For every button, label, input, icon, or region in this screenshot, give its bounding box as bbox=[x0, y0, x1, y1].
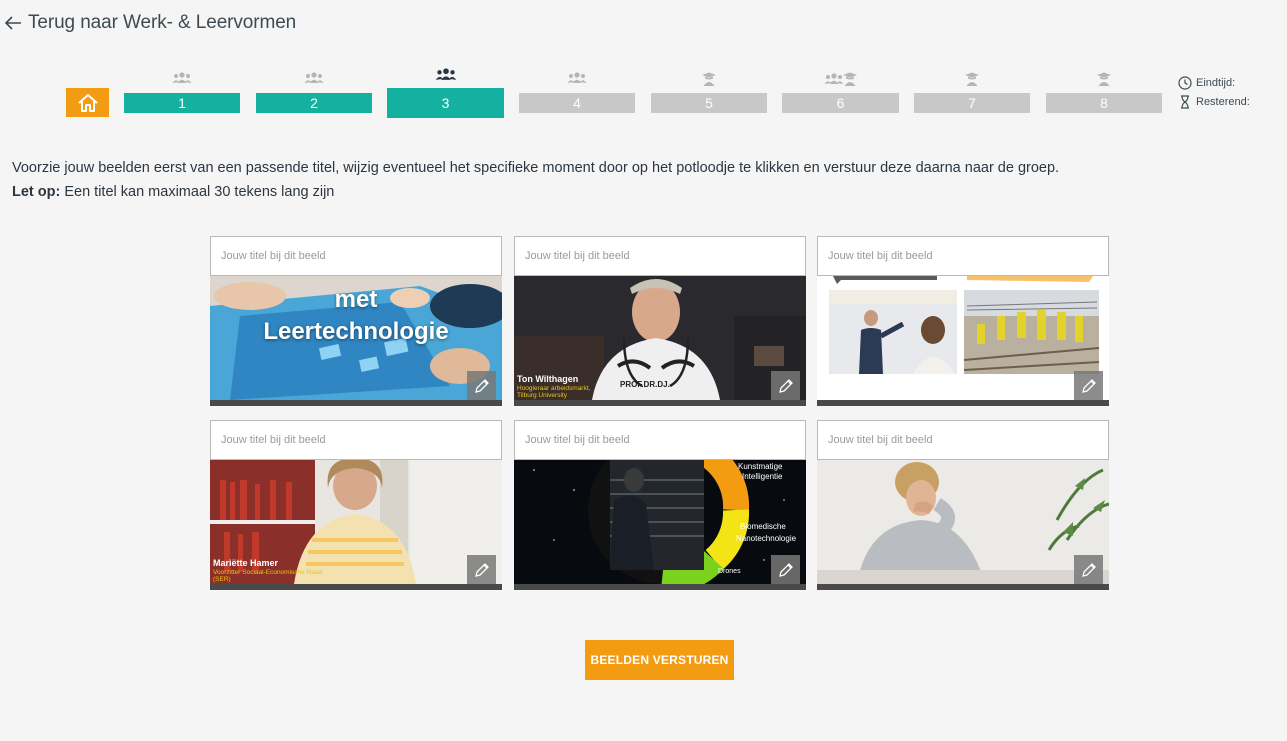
edit-button[interactable] bbox=[1074, 371, 1103, 400]
instruction-text: Voorzie jouw beelden eerst van een passe… bbox=[12, 160, 1060, 176]
image-card: met Leertechnologie bbox=[210, 236, 502, 406]
image-card bbox=[817, 236, 1109, 406]
step-2-bar: 2 bbox=[256, 93, 372, 113]
step-progress: 1 2 3 4 5 6 7 8 bbox=[66, 66, 1166, 122]
note-label: Let op: bbox=[12, 184, 61, 200]
timer-panel: Eindtijd: Resterend: bbox=[1178, 73, 1250, 111]
image-card bbox=[817, 420, 1109, 590]
image-title-input[interactable] bbox=[514, 236, 806, 276]
diagram-label: Kunstmatige bbox=[738, 462, 783, 471]
graduate-icon bbox=[701, 72, 717, 86]
edit-button[interactable] bbox=[771, 371, 800, 400]
clock-icon bbox=[1178, 75, 1192, 90]
instructions: Voorzie jouw beelden eerst van een passe… bbox=[12, 156, 1059, 204]
image-title-input[interactable] bbox=[210, 236, 502, 276]
image-title-input[interactable] bbox=[210, 420, 502, 460]
diagram-label: Nanotechnologie bbox=[736, 534, 797, 543]
graduate-icon bbox=[964, 72, 980, 86]
pencil-icon bbox=[1081, 562, 1096, 577]
group-icon bbox=[304, 72, 324, 86]
graduate-icon bbox=[1096, 72, 1112, 86]
diagram-label: Biomedische bbox=[740, 522, 786, 531]
pencil-icon bbox=[474, 378, 489, 393]
image-card: Kunstmatige Intelligentie Biomedische Na… bbox=[514, 420, 806, 590]
group-icon bbox=[172, 72, 192, 86]
step-5-bar: 5 bbox=[651, 93, 767, 113]
step-8-bar: 8 bbox=[1046, 93, 1162, 113]
pencil-icon bbox=[1081, 378, 1096, 393]
group-icon bbox=[567, 72, 587, 86]
pencil-icon bbox=[778, 562, 793, 577]
step-3-bar: 3 bbox=[387, 88, 504, 118]
diagram-label: Intelligentie bbox=[742, 472, 783, 481]
image-card: PROF.DR.DJ. Ton Wilthagen Hoogleraar arb… bbox=[514, 236, 806, 406]
home-icon bbox=[77, 93, 98, 112]
caption-name: Mariëtte Hamer bbox=[213, 558, 279, 568]
image-thumbnail bbox=[817, 276, 1109, 400]
back-link[interactable]: Terug naar Werk- & Leervormen bbox=[4, 12, 296, 34]
instruction-note: Let op: Een titel kan maximaal 30 tekens… bbox=[12, 180, 1059, 204]
caption-subtitle: Voorzitter Sociaal-Economische Raad (SER… bbox=[213, 569, 323, 583]
overlay-text: Leertechnologie bbox=[263, 318, 449, 345]
step-6-bar: 6 bbox=[782, 93, 899, 113]
home-button[interactable] bbox=[66, 88, 109, 117]
hourglass-icon bbox=[1181, 94, 1189, 109]
shirt-text: PROF.DR.DJ. bbox=[620, 380, 670, 389]
pencil-icon bbox=[474, 562, 489, 577]
edit-button[interactable] bbox=[467, 371, 496, 400]
image-thumbnail: Mariëtte Hamer Voorzitter Sociaal-Econom… bbox=[210, 460, 502, 584]
caption-subtitle: Hoogleraar arbeidsmarkt, Tilburg Univers… bbox=[517, 385, 591, 399]
edit-button[interactable] bbox=[467, 555, 496, 584]
image-card: Mariëtte Hamer Voorzitter Sociaal-Econom… bbox=[210, 420, 502, 590]
step-4-bar: 4 bbox=[519, 93, 635, 113]
step-7-bar: 7 bbox=[914, 93, 1030, 113]
pencil-icon bbox=[778, 378, 793, 393]
group-graduate-icon bbox=[824, 72, 858, 86]
image-title-input[interactable] bbox=[514, 420, 806, 460]
note-text: Een titel kan maximaal 30 tekens lang zi… bbox=[60, 184, 335, 200]
image-thumbnail: met Leertechnologie bbox=[210, 276, 502, 400]
diagram-label: Drones bbox=[718, 568, 741, 575]
image-thumbnail: PROF.DR.DJ. Ton Wilthagen Hoogleraar arb… bbox=[514, 276, 806, 400]
image-title-input[interactable] bbox=[817, 420, 1109, 460]
send-images-button[interactable]: BEELDEN VERSTUREN bbox=[585, 640, 734, 680]
image-thumbnail bbox=[817, 460, 1109, 584]
group-icon bbox=[435, 68, 457, 82]
step-1-bar: 1 bbox=[124, 93, 240, 113]
back-link-label: Terug naar Werk- & Leervormen bbox=[28, 12, 297, 33]
overlay-text: met bbox=[334, 286, 378, 313]
remaining-time-label: Resterend: bbox=[1196, 95, 1250, 108]
caption-name: Ton Wilthagen bbox=[517, 374, 579, 384]
arrow-left-icon bbox=[4, 16, 21, 30]
edit-button[interactable] bbox=[1074, 555, 1103, 584]
image-title-input[interactable] bbox=[817, 236, 1109, 276]
image-thumbnail: Kunstmatige Intelligentie Biomedische Na… bbox=[514, 460, 806, 584]
edit-button[interactable] bbox=[771, 555, 800, 584]
end-time-label: Eindtijd: bbox=[1196, 76, 1236, 89]
